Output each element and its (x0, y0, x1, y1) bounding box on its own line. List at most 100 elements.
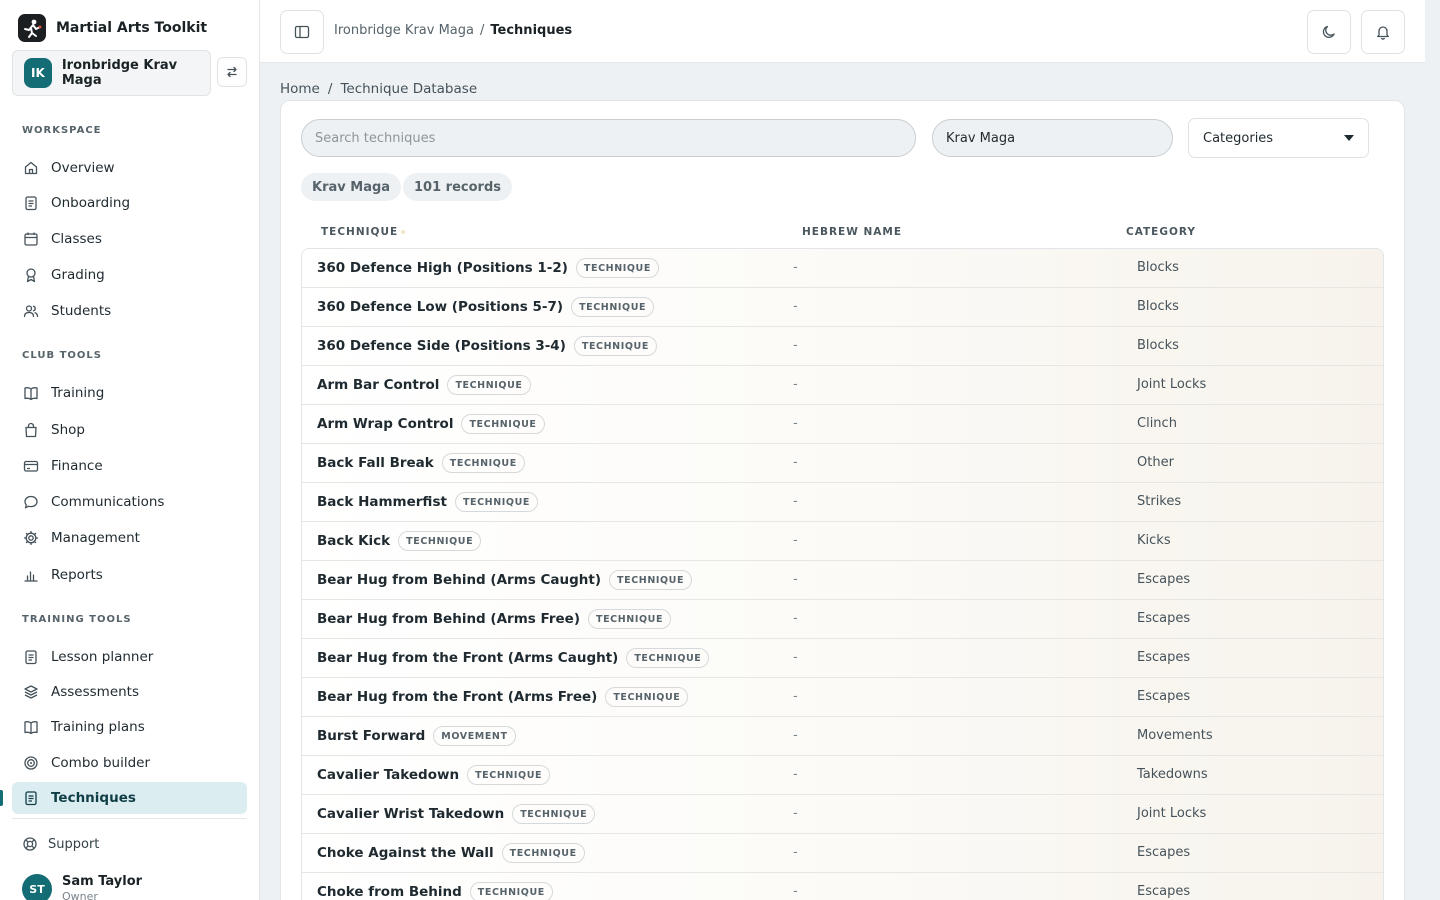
sidebar-item-shop[interactable]: Shop (12, 414, 247, 446)
switch-club-button[interactable] (217, 57, 247, 87)
sidebar-item-techniques[interactable]: Techniques (12, 782, 247, 814)
hebrew-name: - (793, 689, 798, 704)
active-indicator (0, 790, 3, 806)
table-row[interactable]: Bear Hug from Behind (Arms Free) TECHNIQU… (302, 600, 1383, 639)
table-row[interactable]: Arm Wrap Control TECHNIQUE - Clinch (302, 405, 1383, 444)
sidebar-item-students[interactable]: Students (12, 295, 247, 327)
category-cell: Escapes (1137, 845, 1191, 860)
technique-name: Bear Hug from Behind (Arms Free) (317, 611, 580, 627)
breadcrumb-current: Techniques (490, 23, 573, 38)
clipboard-icon (25, 791, 37, 806)
sidebar-divider (12, 818, 247, 819)
table-row[interactable]: Cavalier Takedown TECHNIQUE - Takedowns (302, 756, 1383, 795)
sidebar-item-classes[interactable]: Classes (12, 223, 247, 255)
user-role: Owner (62, 890, 98, 900)
technique-name: Cavalier Takedown (317, 767, 460, 783)
type-badge: MOVEMENT (433, 726, 516, 746)
breadcrumb-club[interactable]: Ironbridge Krav Maga (334, 23, 474, 38)
table-row[interactable]: Back Kick TECHNIQUE - Kicks (302, 522, 1383, 561)
sidebar-item-reports[interactable]: Reports (12, 559, 247, 591)
sidebar-item-finance[interactable]: Finance (12, 450, 247, 482)
table-row[interactable]: Choke Against the Wall TECHNIQUE - Escape… (302, 834, 1383, 873)
sidebar-item-training-plans[interactable]: Training plans (12, 711, 247, 743)
technique-database-panel: Krav Maga Categories Krav Maga 101 recor… (280, 100, 1405, 900)
table-row[interactable]: 360 Defence High (Positions 1-2) TECHNIQU… (302, 249, 1383, 288)
technique-name: Back Kick (317, 533, 391, 549)
bell-icon (1377, 26, 1389, 40)
table-row[interactable]: Arm Bar Control TECHNIQUE - Joint Locks (302, 366, 1383, 405)
club-name: Ironbridge Krav Maga (61, 58, 178, 88)
chat-icon (24, 495, 38, 509)
technique-name: Back Fall Break (317, 455, 434, 471)
type-badge: TECHNIQUE (447, 375, 531, 395)
column-header-category[interactable]: CATEGORY (1126, 226, 1196, 238)
sidebar-item-label: Lesson planner (51, 649, 154, 665)
hebrew-name: - (793, 494, 798, 509)
column-header-technique[interactable]: TECHNIQUE (321, 226, 398, 238)
brand-logo-icon (18, 14, 46, 42)
target-icon (24, 756, 38, 770)
hebrew-name: - (793, 611, 798, 626)
club-avatar: IK (24, 58, 52, 88)
sidebar-item-onboarding[interactable]: Onboarding (12, 187, 247, 219)
column-header-hebrew-name[interactable]: HEBREW NAME (802, 226, 902, 238)
user-profile[interactable]: ST Sam Taylor Owner (22, 874, 142, 900)
topbar: Ironbridge Krav Maga / Techniques (260, 0, 1425, 63)
sidebar-item-grading[interactable]: Grading (12, 259, 247, 291)
sidebar-item-label: Classes (51, 231, 102, 247)
swap-icon (227, 66, 237, 78)
category-select[interactable]: Categories (1188, 118, 1369, 158)
technique-table: 360 Defence High (Positions 1-2) TECHNIQU… (301, 248, 1384, 900)
user-name: Sam Taylor (62, 874, 143, 889)
table-row[interactable]: Bear Hug from Behind (Arms Caught) TECHNI… (302, 561, 1383, 600)
sidebar-item-label: Techniques (51, 790, 136, 806)
table-row[interactable]: Burst Forward MOVEMENT - Movements (302, 717, 1383, 756)
page-breadcrumb: Home / Technique Database (280, 81, 477, 97)
section-label-workspace: WORKSPACE (22, 125, 102, 136)
type-badge: TECHNIQUE (575, 258, 659, 278)
toggle-sidebar-button[interactable] (280, 10, 324, 54)
book-icon (24, 721, 38, 735)
table-row[interactable]: 360 Defence Side (Positions 3-4) TECHNIQU… (302, 327, 1383, 366)
table-row[interactable]: 360 Defence Low (Positions 5-7) TECHNIQUE… (302, 288, 1383, 327)
chevron-down-icon (1344, 135, 1354, 141)
sidebar-item-training[interactable]: Training (12, 377, 247, 409)
table-row[interactable]: Bear Hug from the Front (Arms Free) TECHN… (302, 678, 1383, 717)
sidebar-item-management[interactable]: Management (12, 522, 247, 554)
style-filter-input[interactable]: Krav Maga (932, 119, 1173, 157)
technique-name: Arm Bar Control (317, 377, 440, 393)
clipboard-icon (25, 650, 37, 665)
category-cell: Takedowns (1137, 767, 1208, 782)
sidebar-item-label: Students (51, 303, 112, 319)
brand[interactable]: Martial Arts Toolkit (18, 14, 207, 42)
table-row[interactable]: Bear Hug from the Front (Arms Caught) TEC… (302, 639, 1383, 678)
sidebar-item-lesson-planner[interactable]: Lesson planner (12, 641, 247, 673)
category-cell: Clinch (1137, 416, 1177, 431)
sidebar-item-communications[interactable]: Communications (12, 486, 247, 518)
technique-name: Choke Against the Wall (317, 845, 494, 861)
sidebar-item-label: Communications (51, 494, 165, 510)
notifications-button[interactable] (1361, 10, 1405, 54)
sidebar-item-label: Training plans (51, 719, 145, 735)
type-badge: TECHNIQUE (605, 687, 689, 707)
sidebar-item-combo-builder[interactable]: Combo builder (12, 747, 247, 779)
type-badge: TECHNIQUE (469, 882, 553, 900)
table-row[interactable]: Cavalier Wrist Takedown TECHNIQUE - Joint… (302, 795, 1383, 834)
type-badge: TECHNIQUE (571, 297, 655, 317)
theme-toggle-button[interactable] (1307, 10, 1351, 54)
sidebar-item-overview[interactable]: Overview (12, 152, 247, 184)
layers-icon (24, 685, 38, 699)
support-link[interactable]: Support (22, 836, 99, 852)
table-row[interactable]: Back Hammerfist TECHNIQUE - Strikes (302, 483, 1383, 522)
search-input[interactable] (301, 119, 916, 157)
table-row[interactable]: Back Fall Break TECHNIQUE - Other (302, 444, 1383, 483)
table-header: TECHNIQUE HEBREW NAME CATEGORY (301, 219, 1384, 249)
table-row[interactable]: Choke from Behind TECHNIQUE - Escapes (302, 873, 1383, 900)
category-cell: Escapes (1137, 650, 1191, 665)
breadcrumb-home[interactable]: Home (280, 81, 320, 97)
club-switcher[interactable]: IK Ironbridge Krav Maga (12, 50, 211, 96)
category-cell: Kicks (1137, 533, 1171, 548)
category-cell: Escapes (1137, 689, 1191, 704)
record-count-chip: 101 records (403, 173, 512, 201)
sidebar-item-assessments[interactable]: Assessments (12, 676, 247, 708)
